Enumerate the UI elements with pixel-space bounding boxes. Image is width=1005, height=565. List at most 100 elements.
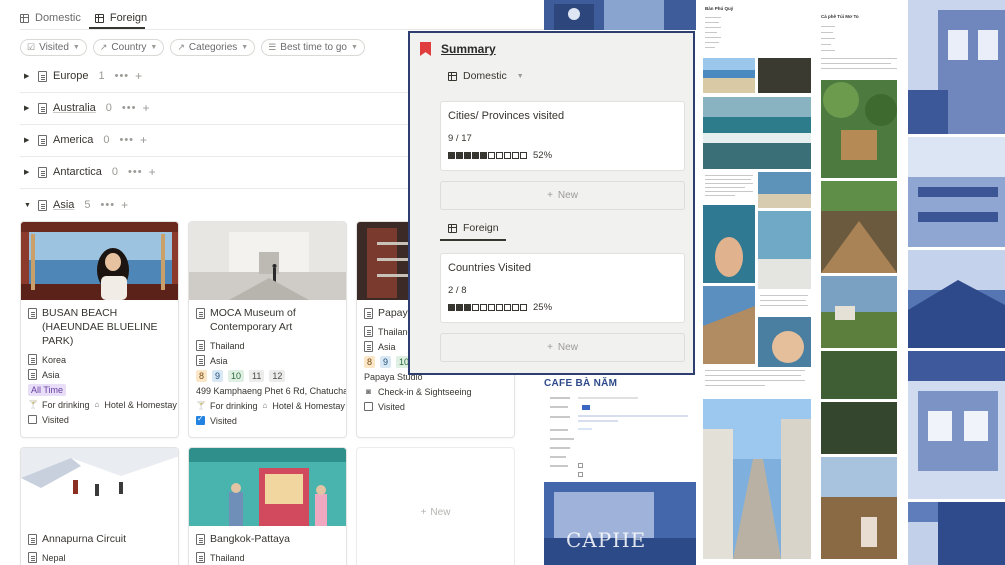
chevron-down-icon: ▼ (350, 44, 358, 51)
text-block (703, 367, 811, 395)
gallery-icon (448, 223, 457, 233)
more-icon[interactable]: ••• (115, 70, 130, 82)
bookmark-icon (420, 42, 431, 56)
domestic-stat-card[interactable]: Cities/ Provinces visited 9 / 17 52% (440, 101, 685, 171)
text-block (703, 172, 755, 202)
page-icon (28, 534, 37, 545)
train-window-photo (21, 222, 178, 300)
more-icon[interactable]: ••• (119, 134, 134, 146)
new-button[interactable]: + New (440, 333, 685, 362)
month-tag: 11 (249, 369, 265, 382)
group-antarctica[interactable]: ▶ Antarctica 0 ••• + (24, 161, 156, 183)
caret-right-icon[interactable]: ▶ (24, 168, 32, 176)
group-america[interactable]: ▶ America 0 ••• + (24, 129, 147, 151)
caret-right-icon[interactable]: ▶ (24, 72, 32, 80)
tab-foreign[interactable]: Foreign (94, 8, 147, 28)
progress-square (512, 304, 519, 311)
add-icon[interactable]: + (140, 133, 147, 147)
region-property: Asia (196, 353, 339, 368)
card-cover-image (189, 448, 346, 526)
plants-photo (821, 402, 897, 454)
summary-tab-domestic[interactable]: Domestic ▼ (448, 70, 524, 82)
caret-down-icon[interactable]: ▼ (24, 202, 32, 209)
country-property: Thailand (196, 550, 339, 565)
progress-square (512, 152, 519, 159)
categories-property: 🍸 For drinking ⌂ Hotel & Homestay (28, 399, 177, 410)
best-time-property: All Time (28, 382, 171, 397)
dark-scene-photo (758, 58, 811, 93)
add-icon[interactable]: + (149, 165, 156, 179)
filter-country[interactable]: ↗ Country ▼ (92, 39, 165, 56)
add-icon[interactable]: + (142, 101, 149, 115)
group-europe[interactable]: ▶ Europe 1 ••• + (24, 65, 142, 87)
blue-tower-photo (908, 502, 1005, 565)
cafe-sign-photo (544, 482, 696, 565)
ocean-wave-photo (703, 97, 811, 169)
plus-icon: + (420, 506, 427, 518)
gallery-card-bangkok[interactable]: Bangkok-Pattaya Thailand (188, 447, 347, 565)
sea-photo (758, 172, 811, 208)
hand-pebbles-photo (758, 317, 811, 367)
month-tag: 8 (196, 369, 208, 382)
blue-building-photo (908, 0, 1005, 134)
arrow-up-right-icon: ↗ (177, 42, 185, 52)
summary-tab-foreign[interactable]: Foreign (448, 222, 499, 234)
more-icon[interactable]: ••• (122, 102, 137, 114)
collage-photo-blue (544, 0, 696, 30)
gallery-icon (20, 13, 29, 23)
gallery-icon (448, 71, 457, 81)
visited-property[interactable]: Visited (28, 412, 171, 427)
summary-title[interactable]: Summary (441, 42, 496, 56)
arrow-up-right-icon: ↗ (99, 42, 108, 52)
best-time-tag: All Time (28, 383, 67, 396)
tab-domestic[interactable]: Domestic (20, 8, 81, 28)
page-icon (38, 199, 47, 211)
address-property: 499 Kamphaeng Phet 6 Rd, Chatuchak, I (196, 385, 347, 396)
page-icon (28, 369, 37, 380)
visited-property[interactable]: Visited (364, 399, 507, 414)
gallery-card-annapurna[interactable]: Annapurna Circuit Nepal (20, 447, 179, 565)
card-cover-image (21, 222, 178, 300)
caret-right-icon[interactable]: ▶ (24, 136, 32, 144)
new-button[interactable]: + New (440, 181, 685, 210)
add-icon[interactable]: + (121, 198, 128, 212)
more-icon[interactable]: ••• (128, 166, 143, 178)
new-card-button[interactable]: + New (356, 447, 515, 565)
foreign-stat-card[interactable]: Countries Visited 2 / 8 25% (440, 253, 685, 323)
card-title[interactable]: Annapurna Circuit (28, 532, 171, 546)
place-document-2: Cà phê Túi Mơ To (818, 8, 900, 78)
group-asia[interactable]: ▼ Asia 5 ••• + (24, 194, 128, 216)
filter-best-time[interactable]: ☰ Best time to go ▼ (261, 39, 365, 56)
page-icon (38, 102, 47, 114)
visited-checkbox[interactable] (364, 402, 373, 411)
progress-square (456, 152, 463, 159)
card-title[interactable]: MOCA Museum of Contemporary Art (196, 306, 339, 334)
greenery-photo (821, 351, 897, 399)
progress-square (504, 304, 511, 311)
visited-checkbox[interactable] (196, 414, 205, 425)
filter-categories[interactable]: ↗ Categories ▼ (170, 39, 256, 56)
chevron-down-icon: ▼ (150, 44, 158, 51)
more-icon[interactable]: ••• (101, 199, 116, 211)
place-document-1: Bàn Phú Quý (703, 5, 813, 55)
filter-bar: ☑ Visited ▼ ↗ Country ▼ ↗ Categories ▼ ☰… (20, 39, 365, 56)
visited-checkbox[interactable] (28, 415, 37, 424)
garden-chair-photo (821, 80, 897, 178)
plus-icon: + (547, 190, 553, 201)
progress-square (480, 152, 487, 159)
gallery-card-moca[interactable]: MOCA Museum of Contemporary Art Thailand… (188, 221, 347, 438)
visited-property[interactable]: Visited (196, 413, 339, 428)
country-property: Thailand (196, 338, 339, 353)
page-icon (196, 355, 205, 366)
filter-visited[interactable]: ☑ Visited ▼ (20, 39, 87, 56)
house-icon: ⌂ (262, 401, 268, 410)
progress-percent: 25% (533, 302, 553, 313)
group-australia[interactable]: ▶ Australia 0 ••• + (24, 97, 150, 119)
caret-right-icon[interactable]: ▶ (24, 104, 32, 112)
gallery-card-busan[interactable]: BUSAN BEACH (HAEUNDAE BLUELINE PARK) Kor… (20, 221, 179, 438)
chevron-down-icon: ▼ (241, 44, 249, 51)
card-title[interactable]: BUSAN BEACH (HAEUNDAE BLUELINE PARK) (28, 306, 171, 348)
card-title[interactable]: Bangkok-Pattaya (196, 532, 339, 546)
progress-square (464, 152, 471, 159)
add-icon[interactable]: + (135, 69, 142, 83)
